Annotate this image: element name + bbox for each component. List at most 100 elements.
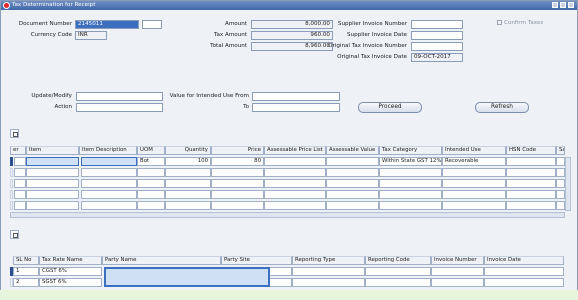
table-cell[interactable]	[14, 157, 26, 166]
supplier-invoice-date-field[interactable]	[411, 31, 463, 40]
row-selector[interactable]	[10, 157, 13, 166]
table-cell[interactable]	[137, 168, 165, 177]
table-cell[interactable]	[442, 179, 506, 188]
table-cell[interactable]	[326, 201, 379, 210]
original-tax-invoice-number-field[interactable]	[411, 42, 463, 51]
document-number-extra-field[interactable]	[142, 20, 162, 29]
refresh-button[interactable]: Refresh	[475, 102, 529, 113]
table-cell[interactable]	[81, 179, 137, 188]
table-cell[interactable]	[556, 157, 565, 166]
table-cell[interactable]	[442, 190, 506, 199]
lines-vertical-scrollbar[interactable]	[565, 157, 571, 211]
table-cell[interactable]	[556, 168, 565, 177]
maximize-icon[interactable]	[560, 2, 566, 8]
invoice-date-cell[interactable]	[484, 278, 564, 287]
folder-tools-icon[interactable]	[10, 230, 19, 239]
tax-rate-name-cell[interactable]: CGST 6%	[39, 267, 102, 276]
table-cell[interactable]	[165, 179, 211, 188]
table-cell[interactable]	[264, 201, 326, 210]
row-selector[interactable]	[10, 168, 13, 177]
sl-no-cell[interactable]: 2	[13, 278, 39, 287]
table-cell[interactable]	[379, 201, 442, 210]
table-cell[interactable]	[326, 179, 379, 188]
table-cell[interactable]	[556, 179, 565, 188]
action-field[interactable]	[76, 103, 163, 112]
currency-code-field[interactable]: INR	[75, 31, 107, 40]
table-cell[interactable]	[556, 190, 565, 199]
intended-use-cell[interactable]: Recoverable	[442, 157, 506, 166]
table-cell[interactable]	[26, 168, 79, 177]
price-cell[interactable]: 80	[211, 157, 264, 166]
table-cell[interactable]	[326, 168, 379, 177]
table-cell[interactable]	[81, 190, 137, 199]
item-cell[interactable]	[26, 157, 79, 166]
table-cell[interactable]	[506, 179, 556, 188]
table-cell[interactable]	[379, 168, 442, 177]
invoice-date-cell[interactable]	[484, 267, 564, 276]
amount-field[interactable]: 8,000.00	[251, 20, 333, 29]
row-selector[interactable]	[10, 190, 13, 199]
table-cell[interactable]	[326, 190, 379, 199]
table-cell[interactable]	[556, 201, 565, 210]
table-cell[interactable]	[211, 190, 264, 199]
reporting-type-cell[interactable]	[292, 278, 365, 287]
update-modify-field[interactable]	[76, 92, 163, 101]
table-cell[interactable]	[442, 168, 506, 177]
table-cell[interactable]	[442, 201, 506, 210]
invoice-number-cell[interactable]	[431, 267, 484, 276]
table-cell[interactable]	[264, 179, 326, 188]
document-number-field[interactable]: 2145011	[75, 20, 139, 29]
table-cell[interactable]	[211, 179, 264, 188]
table-cell[interactable]	[211, 168, 264, 177]
supplier-invoice-number-field[interactable]	[411, 20, 463, 29]
table-cell[interactable]	[379, 190, 442, 199]
table-cell[interactable]	[264, 190, 326, 199]
table-cell[interactable]	[14, 201, 26, 210]
table-cell[interactable]	[165, 168, 211, 177]
table-cell[interactable]	[137, 179, 165, 188]
reporting-code-cell[interactable]	[365, 267, 431, 276]
table-cell[interactable]	[81, 168, 137, 177]
table-cell[interactable]	[379, 179, 442, 188]
tax-amount-field[interactable]: 960.00	[251, 31, 333, 40]
confirm-taxes-checkbox[interactable]: Confirm Taxes	[497, 20, 543, 27]
table-cell[interactable]	[506, 168, 556, 177]
table-cell[interactable]	[26, 179, 79, 188]
table-cell[interactable]	[14, 190, 26, 199]
table-cell[interactable]	[506, 201, 556, 210]
sl-no-cell[interactable]: 1	[13, 267, 39, 276]
assessable-value-cell[interactable]	[326, 157, 379, 166]
table-cell[interactable]	[264, 168, 326, 177]
row-selector[interactable]	[10, 179, 13, 188]
minimize-icon[interactable]	[552, 2, 558, 8]
party-name-cell[interactable]	[104, 267, 270, 287]
row-selector[interactable]	[10, 201, 13, 210]
table-cell[interactable]	[14, 179, 26, 188]
reporting-type-cell[interactable]	[292, 267, 365, 276]
to-field[interactable]	[252, 103, 340, 112]
value-intended-use-from-field[interactable]	[252, 92, 340, 101]
uom-cell[interactable]: Bot	[137, 157, 165, 166]
lines-horizontal-scrollbar[interactable]	[10, 212, 565, 218]
quantity-cell[interactable]: 100	[165, 157, 211, 166]
table-cell[interactable]	[14, 168, 26, 177]
table-cell[interactable]	[137, 201, 165, 210]
table-cell[interactable]	[26, 190, 79, 199]
item-description-cell[interactable]	[81, 157, 137, 166]
tax-category-cell[interactable]: Within State GST 12%	[379, 157, 442, 166]
table-cell[interactable]	[165, 190, 211, 199]
table-cell[interactable]	[137, 190, 165, 199]
tax-rate-name-cell[interactable]: SGST 6%	[39, 278, 102, 287]
table-cell[interactable]	[26, 201, 79, 210]
proceed-button[interactable]: Proceed	[358, 102, 422, 113]
hsn-code-cell[interactable]	[506, 157, 556, 166]
reporting-code-cell[interactable]	[365, 278, 431, 287]
table-cell[interactable]	[81, 201, 137, 210]
original-tax-invoice-date-field[interactable]: 09-OCT-2017	[411, 53, 463, 62]
folder-tools-icon[interactable]	[10, 129, 19, 138]
table-cell[interactable]	[165, 201, 211, 210]
table-cell[interactable]	[211, 201, 264, 210]
invoice-number-cell[interactable]	[431, 278, 484, 287]
table-cell[interactable]	[506, 190, 556, 199]
close-icon[interactable]	[568, 2, 574, 8]
